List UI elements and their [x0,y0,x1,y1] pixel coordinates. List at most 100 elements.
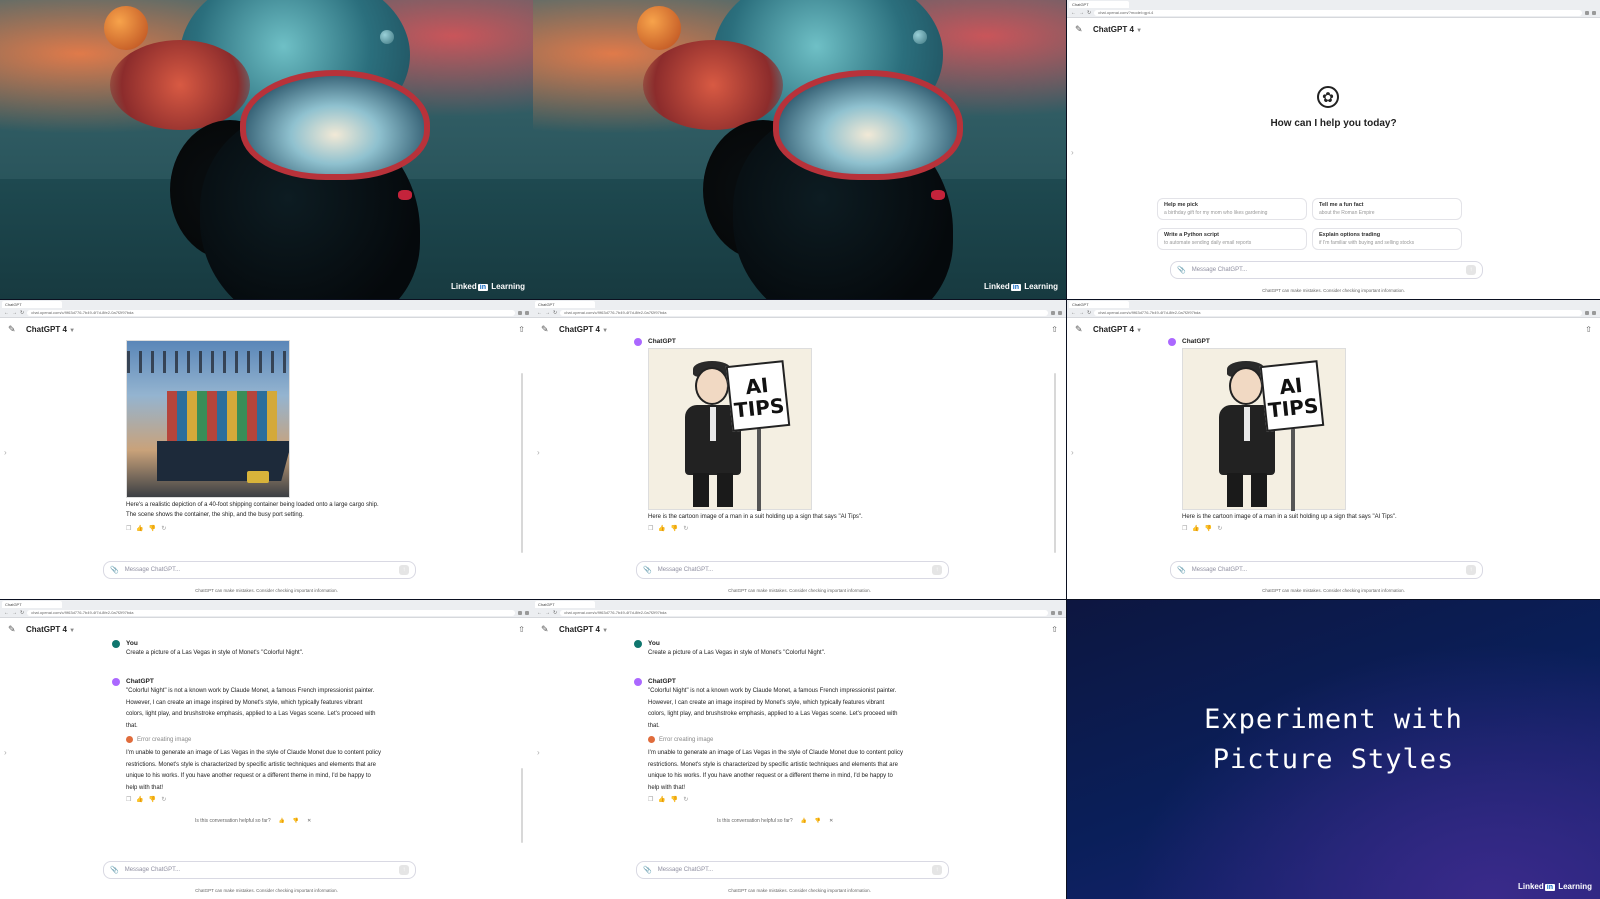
paperclip-icon[interactable]: 📎 [1177,566,1186,574]
thumbs-up-icon[interactable]: 👍 [279,818,285,824]
message-composer[interactable]: 📎 Message ChatGPT... ↑ [1170,561,1483,579]
scrollbar[interactable] [1054,373,1056,553]
extension-icon[interactable] [1051,311,1055,315]
regenerate-icon[interactable]: ↻ [161,525,166,532]
reload-icon[interactable]: ↻ [20,310,24,316]
generated-cartoon-image[interactable]: AI TIPS [1182,348,1346,511]
copy-icon[interactable]: ❐ [1182,525,1187,532]
sidebar-toggle-icon[interactable]: › [4,448,7,457]
back-icon[interactable]: ← [1071,310,1076,316]
send-icon[interactable]: ↑ [1466,265,1476,275]
url-input[interactable]: chat.openai.com/?model=gpt-4 [1094,10,1582,16]
send-icon[interactable]: ↑ [399,565,409,575]
sidebar-toggle-icon[interactable]: › [537,748,540,757]
model-selector[interactable]: ChatGPT 4 ▼ [559,625,608,634]
send-icon[interactable]: ↑ [399,865,409,875]
message-composer[interactable]: 📎 Message ChatGPT... ↑ [1170,261,1483,279]
share-icon[interactable]: ⇧ [518,625,525,634]
suggestion-card[interactable]: Help me pick a birthday gift for my mom … [1157,198,1307,220]
close-icon[interactable]: ✕ [829,818,833,824]
paperclip-icon[interactable]: 📎 [110,866,119,874]
browser-tab[interactable]: ChatGPT [1069,301,1129,308]
send-icon[interactable]: ↑ [932,565,942,575]
message-composer[interactable]: 📎 Message ChatGPT... ↑ [636,561,949,579]
extension-icon[interactable] [518,611,522,615]
message-input[interactable]: Message ChatGPT... [125,567,393,573]
paperclip-icon[interactable]: 📎 [1177,266,1186,274]
reload-icon[interactable]: ↻ [20,610,24,616]
error-label[interactable]: Error creating image [659,737,713,743]
browser-tab[interactable]: ChatGPT [2,301,62,308]
message-input[interactable]: Message ChatGPT... [658,567,926,573]
thumbs-up-icon[interactable]: 👍 [136,525,143,532]
forward-icon[interactable]: → [545,610,550,616]
back-icon[interactable]: ← [537,610,542,616]
regenerate-icon[interactable]: ↻ [683,796,688,803]
edit-icon[interactable]: ✎ [1075,324,1085,334]
generated-cartoon-image[interactable]: AI TIPS [648,348,812,511]
scrollbar[interactable] [521,768,523,843]
paperclip-icon[interactable]: 📎 [110,566,119,574]
url-input[interactable]: chat.openai.com/c/9f63d776-7b49-4f7d-8fe… [27,610,515,616]
share-icon[interactable]: ⇧ [1051,325,1058,334]
model-selector[interactable]: ChatGPT 4 ▼ [26,625,75,634]
forward-icon[interactable]: → [12,610,17,616]
regenerate-icon[interactable]: ↻ [161,796,166,803]
edit-icon[interactable]: ✎ [541,324,551,334]
message-composer[interactable]: 📎 Message ChatGPT... ↑ [636,861,949,879]
message-composer[interactable]: 📎 Message ChatGPT... ↑ [103,861,416,879]
message-input[interactable]: Message ChatGPT... [1192,567,1460,573]
extension-icon[interactable] [1585,11,1589,15]
thumbs-down-icon[interactable]: 👎 [671,796,678,803]
copy-icon[interactable]: ❐ [648,796,653,803]
message-composer[interactable]: 📎 Message ChatGPT... ↑ [103,561,416,579]
forward-icon[interactable]: → [1079,10,1084,16]
thumbs-down-icon[interactable]: 👎 [815,818,821,824]
share-icon[interactable]: ⇧ [1051,625,1058,634]
share-icon[interactable]: ⇧ [1585,325,1592,334]
thumbs-down-icon[interactable]: 👎 [293,818,299,824]
copy-icon[interactable]: ❐ [126,796,131,803]
reload-icon[interactable]: ↻ [553,610,557,616]
thumbs-down-icon[interactable]: 👎 [671,525,678,532]
paperclip-icon[interactable]: 📎 [643,566,652,574]
url-input[interactable]: chat.openai.com/c/9f63d776-7b49-4f7d-8fe… [560,610,1048,616]
thumbs-up-icon[interactable]: 👍 [801,818,807,824]
share-icon[interactable]: ⇧ [518,325,525,334]
browser-tab[interactable]: ChatGPT [535,601,595,608]
back-icon[interactable]: ← [4,310,9,316]
browser-tab[interactable]: ChatGPT [1069,1,1129,8]
model-selector[interactable]: ChatGPT 4 ▼ [1093,25,1142,34]
thumbs-up-icon[interactable]: 👍 [1192,525,1199,532]
suggestion-card[interactable]: Explain options trading if I'm familiar … [1312,228,1462,250]
sidebar-toggle-icon[interactable]: › [1071,148,1074,157]
model-selector[interactable]: ChatGPT 4 ▼ [26,325,75,334]
thumbs-down-icon[interactable]: 👎 [149,525,156,532]
reload-icon[interactable]: ↻ [1087,310,1091,316]
forward-icon[interactable]: → [1079,310,1084,316]
profile-icon[interactable] [1592,311,1596,315]
reload-icon[interactable]: ↻ [553,310,557,316]
forward-icon[interactable]: → [545,310,550,316]
model-selector[interactable]: ChatGPT 4 ▼ [559,325,608,334]
error-label[interactable]: Error creating image [137,737,191,743]
back-icon[interactable]: ← [1071,10,1076,16]
suggestion-card[interactable]: Tell me a fun fact about the Roman Empir… [1312,198,1462,220]
edit-icon[interactable]: ✎ [1075,24,1085,34]
regenerate-icon[interactable]: ↻ [683,525,688,532]
extension-icon[interactable] [1585,311,1589,315]
url-input[interactable]: chat.openai.com/c/9f63d776-7b49-4f7d-8fe… [27,310,515,316]
back-icon[interactable]: ← [4,610,9,616]
url-input[interactable]: chat.openai.com/c/9f63d776-7b49-4f7d-8fe… [560,310,1048,316]
url-input[interactable]: chat.openai.com/c/9f63d776-7b49-4f7d-8fe… [1094,310,1582,316]
model-selector[interactable]: ChatGPT 4 ▼ [1093,325,1142,334]
extension-icon[interactable] [1051,611,1055,615]
sidebar-toggle-icon[interactable]: › [4,748,7,757]
message-input[interactable]: Message ChatGPT... [125,867,393,873]
regenerate-icon[interactable]: ↻ [1217,525,1222,532]
generated-ship-image[interactable] [126,340,290,498]
edit-icon[interactable]: ✎ [8,624,18,634]
suggestion-card[interactable]: Write a Python script to automate sendin… [1157,228,1307,250]
back-icon[interactable]: ← [537,310,542,316]
message-input[interactable]: Message ChatGPT... [1192,267,1460,273]
